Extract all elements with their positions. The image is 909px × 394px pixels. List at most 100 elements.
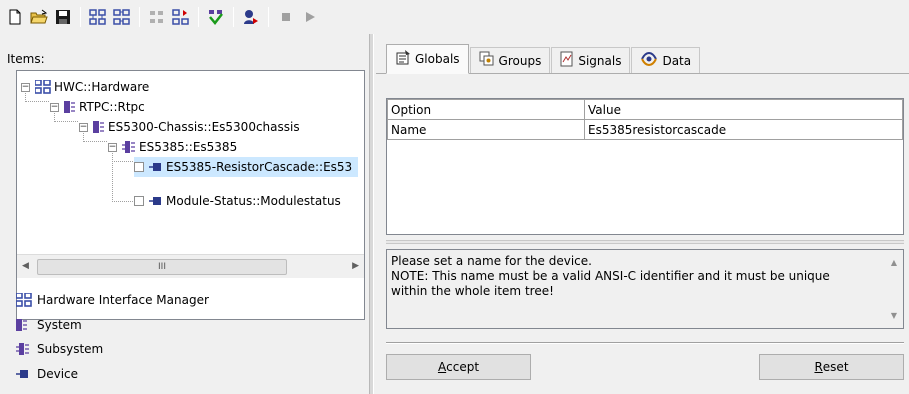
open-folder-icon[interactable] xyxy=(28,6,50,28)
items-panel: Items: − HWC::Hardware − RTPC::Rtpc − ES… xyxy=(0,40,369,394)
move-node-red-icon[interactable] xyxy=(170,6,192,28)
system-icon xyxy=(16,319,34,331)
accept-mnemonic: A xyxy=(437,360,447,374)
items-label: Items: xyxy=(7,52,45,66)
tree-item-module-status[interactable]: Module-Status::Modulestatus xyxy=(134,191,341,211)
tree-item-checkbox[interactable] xyxy=(134,162,144,172)
scroll-down-icon[interactable]: ▼ xyxy=(891,308,897,323)
tree-connector xyxy=(112,151,113,202)
description-line: Please set a name for the device. xyxy=(391,254,592,268)
toolbar-separator xyxy=(268,7,269,27)
tree-item-hardware[interactable]: − HWC::Hardware xyxy=(21,77,149,97)
toolbar-separator xyxy=(80,7,81,27)
accept-button[interactable]: Accept xyxy=(386,354,531,380)
legend-label: Subsystem xyxy=(37,342,104,356)
tree-horizontal-scrollbar[interactable]: ◀ III ▶ xyxy=(17,254,364,278)
reset-button[interactable]: Reset xyxy=(759,354,904,380)
scroll-up-icon[interactable]: ▲ xyxy=(891,255,897,270)
reset-label: eset xyxy=(822,360,849,374)
accept-label: ccept xyxy=(446,360,480,374)
tree-item-label: Module-Status::Modulestatus xyxy=(166,194,341,208)
signals-icon xyxy=(560,51,574,70)
tree-connector xyxy=(25,101,49,102)
toolbar xyxy=(0,0,909,34)
tab-label: Groups xyxy=(498,53,542,68)
tree-item-checkbox[interactable] xyxy=(134,196,144,206)
tab-groups[interactable]: Groups xyxy=(469,47,551,73)
scrollbar-thumb[interactable]: III xyxy=(37,259,287,275)
tree-connector xyxy=(54,121,78,122)
toolbar-separator xyxy=(198,7,199,27)
tree-item-label: RTPC::Rtpc xyxy=(79,100,145,114)
legend-label: System xyxy=(37,318,82,332)
data-icon xyxy=(640,51,658,70)
groups-icon xyxy=(479,51,495,70)
toolbar-separator xyxy=(233,7,234,27)
legend-label: Hardware Interface Manager xyxy=(37,293,209,307)
tree-item-chassis[interactable]: − ES5300-Chassis::Es5300chassis xyxy=(79,117,300,137)
reset-mnemonic: R xyxy=(814,360,823,374)
tree-item-label: ES5385-ResistorCascade::Es53 xyxy=(166,160,353,174)
subsystem-icon xyxy=(16,343,34,355)
play-icon[interactable] xyxy=(299,6,321,28)
hardware-icon xyxy=(35,80,51,94)
device-icon xyxy=(149,161,163,173)
legend-item-subsystem: Subsystem xyxy=(16,342,103,356)
subsystem-icon xyxy=(122,141,136,153)
device-icon xyxy=(16,368,34,380)
collapse-icon[interactable]: − xyxy=(108,142,117,152)
description-line: within the whole item tree! xyxy=(391,284,554,298)
properties-panel: Globals Groups Signals Data Option Value… xyxy=(376,34,909,394)
pane-splitter[interactable] xyxy=(369,34,374,394)
build-icon[interactable] xyxy=(205,6,227,28)
tree-connector xyxy=(112,161,133,162)
tab-globals[interactable]: Globals xyxy=(386,44,469,74)
device-icon xyxy=(149,195,163,207)
tab-data[interactable]: Data xyxy=(631,47,701,73)
description-box: Please set a name for the device. NOTE: … xyxy=(386,249,904,329)
scrollbar-grip: III xyxy=(158,262,166,272)
collapse-icon[interactable]: − xyxy=(50,102,59,112)
items-tree[interactable]: − HWC::Hardware − RTPC::Rtpc − ES5300-Ch… xyxy=(16,70,365,320)
toolbar-separator xyxy=(139,7,140,27)
tree-item-es5385[interactable]: − ES5385::Es5385 xyxy=(108,137,237,157)
option-cell: Name xyxy=(387,119,585,140)
legend-item-system: System xyxy=(16,318,82,332)
description-line: NOTE: This name must be a valid ANSI-C i… xyxy=(391,269,830,283)
description-splitter[interactable] xyxy=(386,240,904,244)
collapse-icon[interactable]: − xyxy=(79,122,88,132)
save-icon[interactable] xyxy=(52,6,74,28)
stop-icon[interactable] xyxy=(275,6,297,28)
column-header-value[interactable]: Value xyxy=(584,99,903,120)
scroll-left-icon[interactable]: ◀ xyxy=(22,261,29,271)
new-file-icon[interactable] xyxy=(4,6,26,28)
tree-item-label: HWC::Hardware xyxy=(54,80,150,94)
tree-connector xyxy=(112,201,133,202)
options-grid: Option Value Name Es5385resistorcascade xyxy=(386,98,904,235)
add-child-node-icon[interactable] xyxy=(111,6,133,28)
tab-label: Globals xyxy=(415,52,460,66)
system-icon xyxy=(64,101,76,113)
tree-item-rtpc[interactable]: − RTPC::Rtpc xyxy=(50,97,145,117)
tree-item-resistor-cascade[interactable]: ES5385-ResistorCascade::Es53 xyxy=(134,157,359,177)
button-separator xyxy=(386,342,904,344)
legend-item-device: Device xyxy=(16,367,78,381)
tree-connector xyxy=(83,141,107,142)
tab-label: Signals xyxy=(578,53,622,68)
run-user-icon[interactable] xyxy=(240,6,262,28)
hardware-icon xyxy=(16,293,34,307)
globals-icon xyxy=(395,49,411,69)
tab-bar: Globals Groups Signals Data xyxy=(386,43,701,74)
tab-signals[interactable]: Signals xyxy=(551,47,631,73)
collapse-icon[interactable]: − xyxy=(21,82,30,92)
system-icon xyxy=(93,121,105,133)
legend-item-hardware: Hardware Interface Manager xyxy=(16,293,209,307)
value-cell[interactable]: Es5385resistorcascade xyxy=(584,119,903,140)
column-header-option[interactable]: Option xyxy=(387,99,585,120)
table-row[interactable]: Name Es5385resistorcascade xyxy=(387,119,903,140)
add-node-icon[interactable] xyxy=(87,6,109,28)
move-node-icon[interactable] xyxy=(146,6,168,28)
legend-label: Device xyxy=(37,367,79,381)
tree-item-label: ES5300-Chassis::Es5300chassis xyxy=(108,120,300,134)
scroll-right-icon[interactable]: ▶ xyxy=(352,261,359,271)
